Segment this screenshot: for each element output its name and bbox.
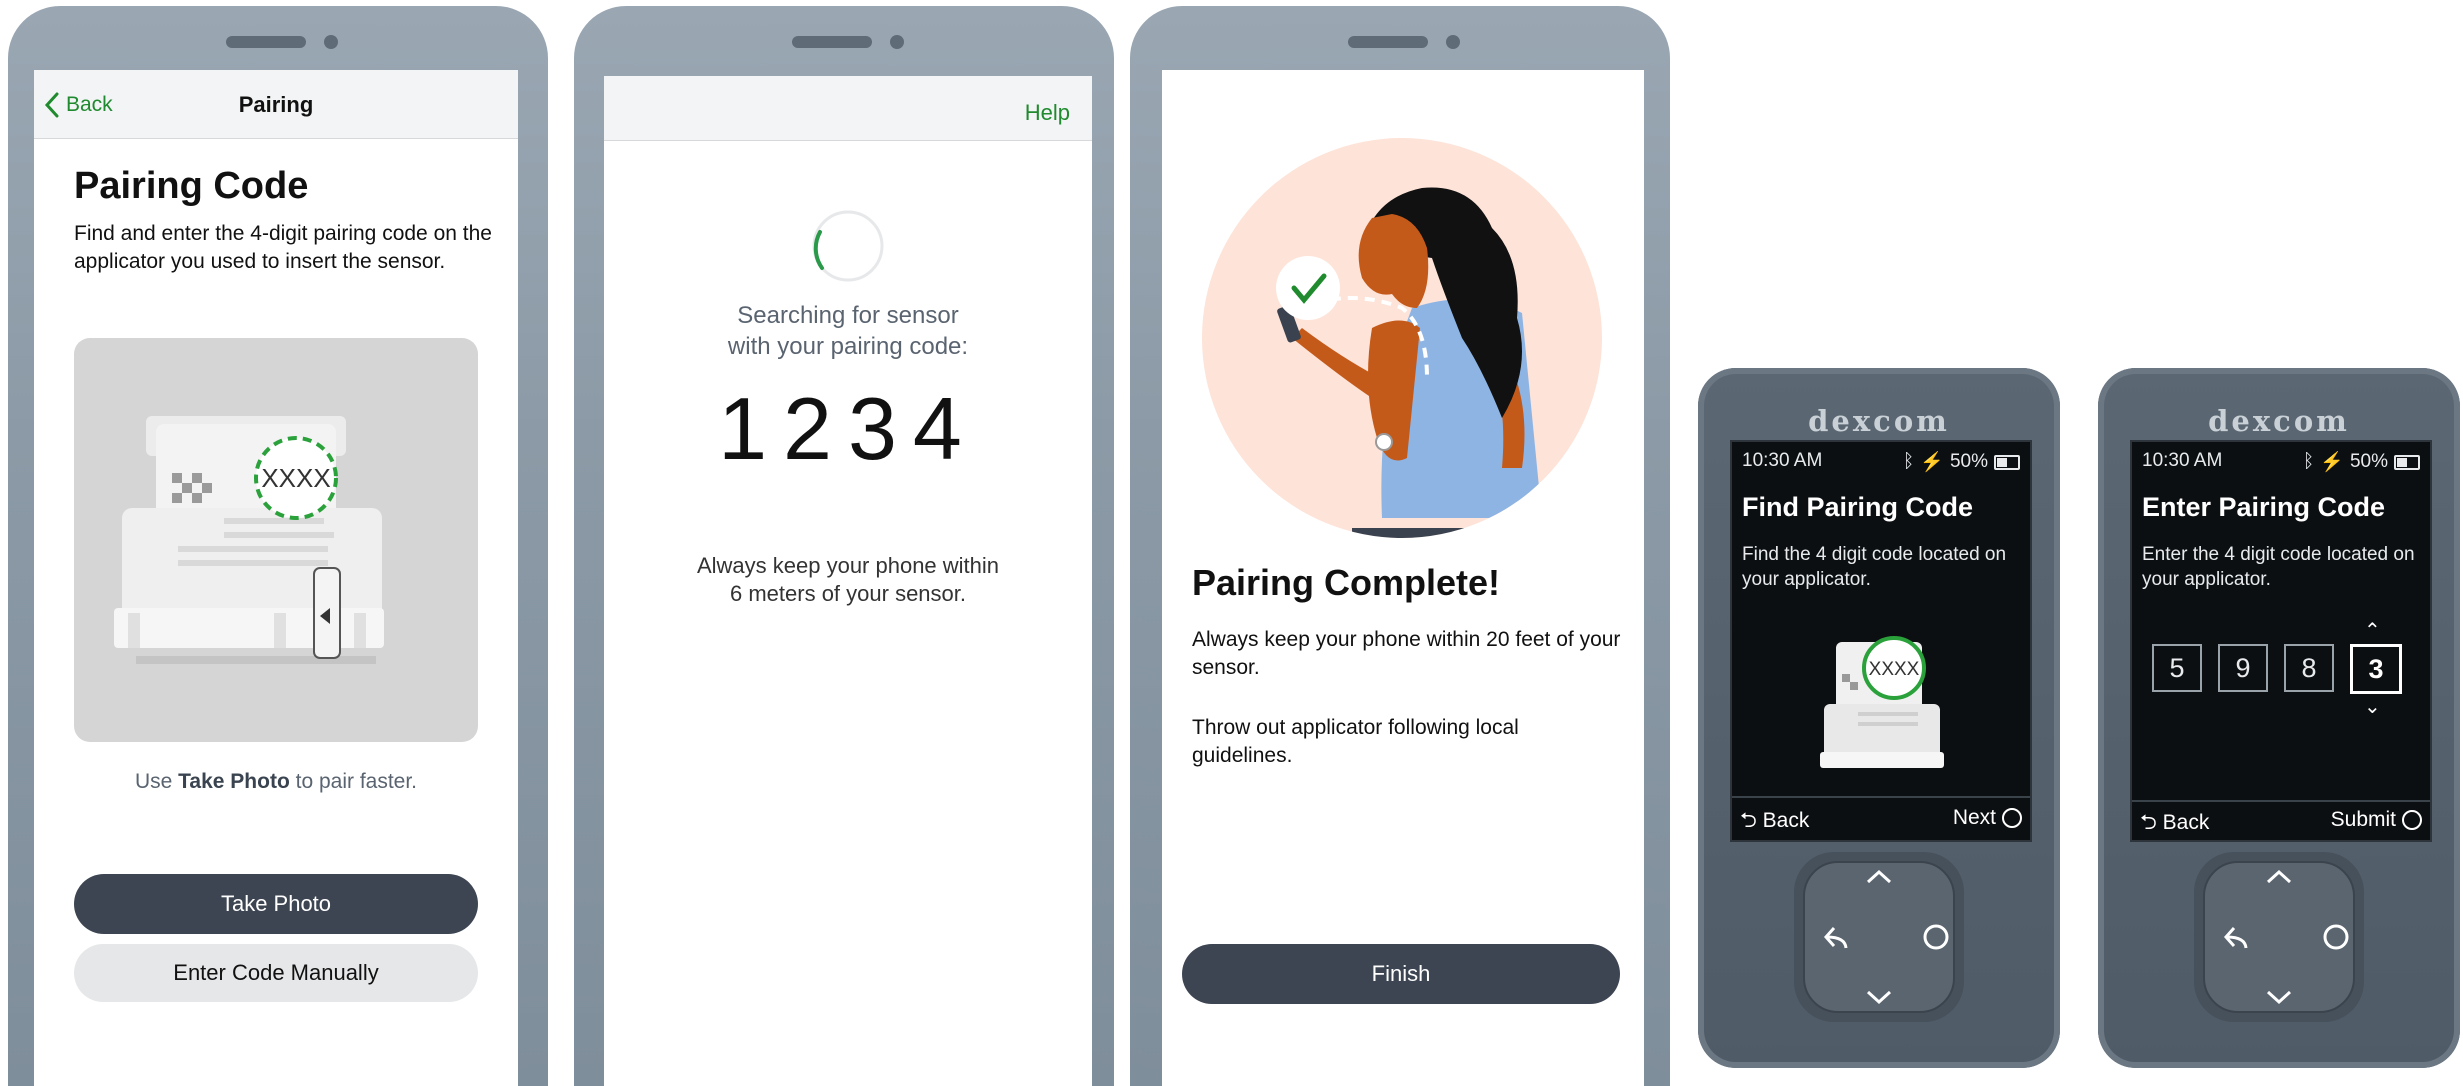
searching-line-2: with your pairing code: xyxy=(727,333,969,360)
searching-text: Searching for sensor with your pairing c… xyxy=(604,300,1092,362)
instructions-text: Find the 4 digit code located on your ap… xyxy=(1742,544,2007,590)
code-digit-1[interactable]: 5 xyxy=(2152,644,2202,692)
soft-key-bar: ⮌ Back Next xyxy=(1732,796,2030,840)
take-photo-button[interactable]: Take Photo xyxy=(74,874,478,934)
finish-button[interactable]: Finish xyxy=(1182,944,1620,1004)
nav-bar: Help xyxy=(604,76,1092,141)
nav-title: Pairing xyxy=(238,92,314,117)
phone-camera xyxy=(890,35,904,49)
phone-speaker xyxy=(226,36,306,48)
submit-label: Submit xyxy=(2330,808,2396,831)
screen-title: Enter Pairing Code xyxy=(2142,492,2386,522)
take-photo-hint: Use Take Photo to pair faster. xyxy=(34,770,518,794)
page-title: Pairing Code xyxy=(74,165,309,207)
instructions-text: Enter the 4 digit code located on your a… xyxy=(2142,544,2415,590)
soft-key-bar: ⮌ Back Submit xyxy=(2132,800,2430,840)
hint-suffix: to pair faster. xyxy=(289,770,418,793)
next-label: Next xyxy=(1952,806,1996,829)
help-link[interactable]: Help xyxy=(1025,100,1070,126)
code-digit-4[interactable]: 3 xyxy=(2350,644,2402,694)
phone-pairing-code: Back Pairing Pairing Code Find and enter… xyxy=(8,6,548,1086)
submit-softkey[interactable]: Submit xyxy=(2331,808,2422,832)
back-label: Back xyxy=(2162,811,2210,834)
woman-with-phone-illustration xyxy=(1202,138,1602,538)
code-digit-2[interactable]: 9 xyxy=(2218,644,2268,692)
loading-spinner-icon xyxy=(812,210,884,282)
applicator-image: XXXX xyxy=(114,416,384,664)
undo-arrow-icon: ⮌ xyxy=(2140,811,2157,834)
circle-button-icon xyxy=(2402,810,2422,830)
battery-icon xyxy=(1994,454,2020,470)
receiver-find-code: dexcom 10:30 AM ᛒ ⚡ 50% Find Pairing Cod… xyxy=(1698,368,2060,1068)
phone-camera xyxy=(1446,35,1460,49)
directional-pad[interactable] xyxy=(2190,848,2368,1026)
status-indicators: ᛒ ⚡ 50% xyxy=(1903,450,2020,474)
pairing-complete-screen: Pairing Complete! Always keep your phone… xyxy=(1162,70,1644,1086)
circle-button-icon xyxy=(2002,808,2022,828)
phone-speaker xyxy=(1348,36,1428,48)
receiver-enter-code: dexcom 10:30 AM ᛒ ⚡ 50% Enter Pairing Co… xyxy=(2098,368,2460,1068)
distance-note: Always keep your phone within 20 feet of… xyxy=(1192,628,1621,679)
battery-percent: 50% xyxy=(2349,451,2388,472)
code-digit-3[interactable]: 8 xyxy=(2284,644,2334,692)
applicator-code-label: XXXX xyxy=(1869,659,1920,680)
phone-pairing-complete: Pairing Complete! Always keep your phone… xyxy=(1130,6,1670,1086)
searching-screen: Help Searching for sensor with your pair… xyxy=(604,76,1092,1086)
instructions-text: Find and enter the 4-digit pairing code … xyxy=(74,222,492,273)
enter-code-manually-button[interactable]: Enter Code Manually xyxy=(74,944,478,1002)
directional-pad[interactable] xyxy=(1790,848,1968,1026)
chevron-up-icon: ⌃ xyxy=(2364,620,2381,642)
bluetooth-icon: ᛒ xyxy=(1902,451,1915,472)
applicator-code-label: XXXX xyxy=(261,463,330,493)
receiver-screen: 10:30 AM ᛒ ⚡ 50% Find Pairing Code Find … xyxy=(1730,440,2032,842)
charging-icon: ⚡ xyxy=(2320,452,2344,473)
chevron-down-icon: ⌄ xyxy=(2364,696,2381,718)
bluetooth-icon: ᛒ xyxy=(2302,451,2315,472)
screen-title: Find Pairing Code xyxy=(1742,492,1974,522)
status-indicators: ᛒ ⚡ 50% xyxy=(2303,450,2420,474)
status-time: 10:30 AM xyxy=(2142,450,2223,471)
phone-searching: Help Searching for sensor with your pair… xyxy=(574,6,1114,1086)
hint-bold: Take Photo xyxy=(178,770,290,793)
applicator-illustration: XXXX xyxy=(74,338,478,742)
applicator-image: XXXX xyxy=(1820,636,1944,768)
page-title: Pairing Complete! xyxy=(1192,562,1501,603)
hint-prefix: Use xyxy=(134,770,179,793)
brand-logo: dexcom xyxy=(2208,404,2350,438)
distance-note: Always keep your phone within 6 meters o… xyxy=(604,552,1092,608)
back-softkey[interactable]: ⮌ Back xyxy=(2140,808,2209,843)
searching-line-1: Searching for sensor xyxy=(737,302,959,329)
nav-bar: Back Pairing xyxy=(34,70,518,139)
pairing-code-display: 1234 xyxy=(718,379,978,478)
status-time: 10:30 AM xyxy=(1742,450,1823,471)
back-label: Back xyxy=(1762,809,1810,832)
phone-speaker xyxy=(792,36,872,48)
brand-logo: dexcom xyxy=(1808,404,1950,438)
distance-line-2: 6 meters of your sensor. xyxy=(730,581,966,606)
undo-arrow-icon: ⮌ xyxy=(1740,809,1757,832)
back-softkey[interactable]: ⮌ Back xyxy=(1740,806,1809,841)
battery-percent: 50% xyxy=(1949,451,1988,472)
receiver-screen: 10:30 AM ᛒ ⚡ 50% Enter Pairing Code Ente… xyxy=(2130,440,2432,842)
disposal-note: Throw out applicator following local gui… xyxy=(1192,716,1519,767)
charging-icon: ⚡ xyxy=(1920,452,1944,473)
phone-camera xyxy=(324,35,338,49)
battery-icon xyxy=(2394,454,2420,470)
pairing-code-screen: Back Pairing Pairing Code Find and enter… xyxy=(34,70,518,1086)
distance-line-1: Always keep your phone within xyxy=(696,553,1000,578)
next-softkey[interactable]: Next xyxy=(1953,806,2022,830)
